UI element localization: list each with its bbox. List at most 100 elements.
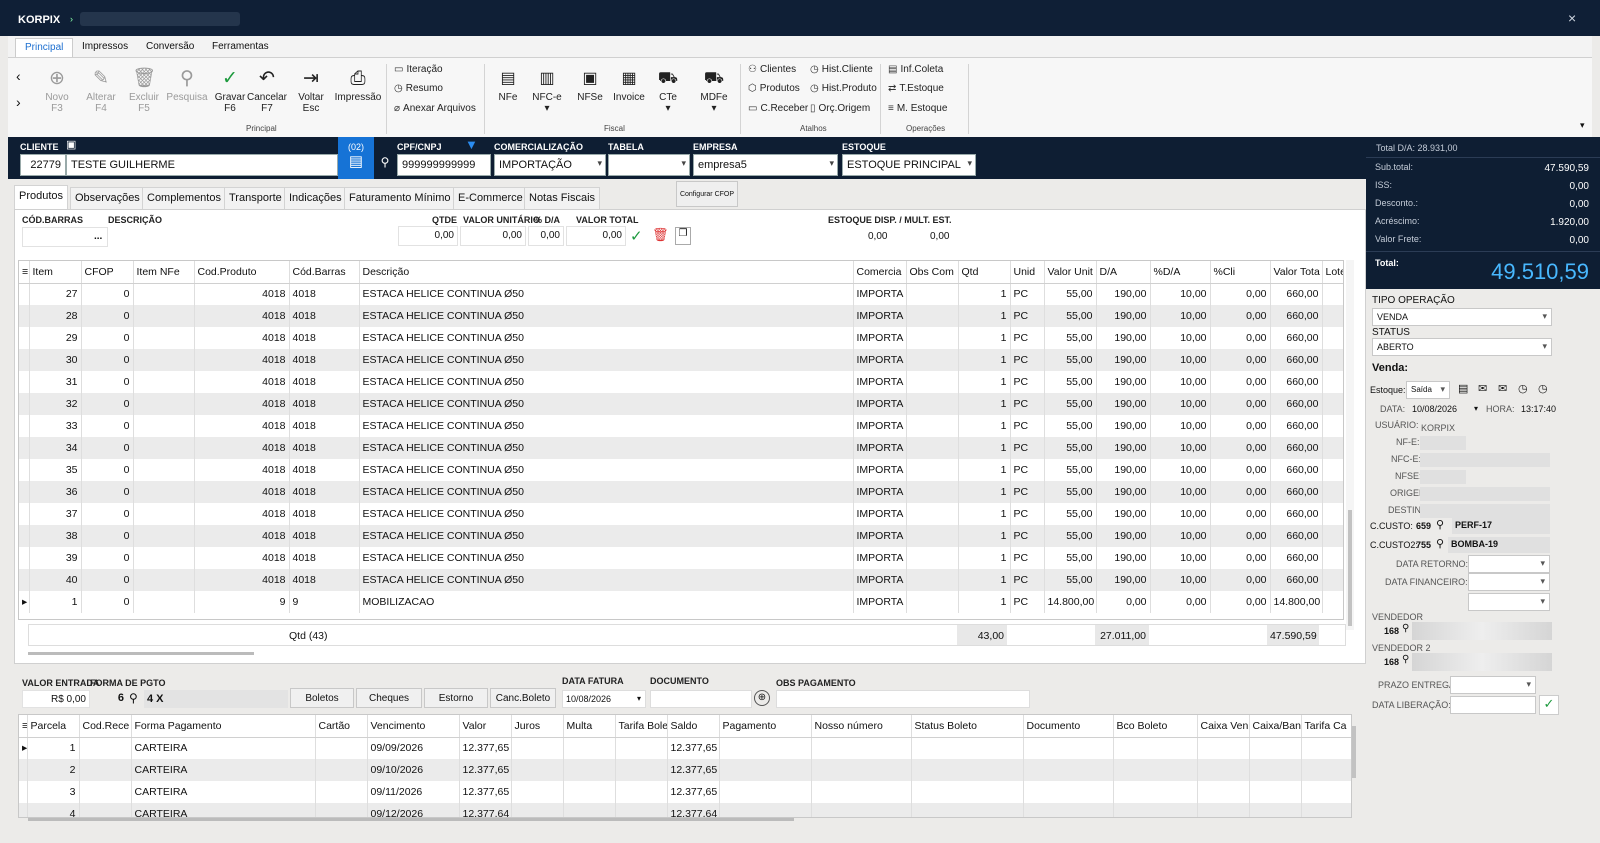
table-cell[interactable]: [133, 437, 195, 459]
table-cell[interactable]: ESTACA HELICE CONTINUA Ø50: [359, 525, 854, 547]
table-cell[interactable]: PC: [1010, 371, 1045, 393]
col-header[interactable]: Obs Com: [906, 261, 959, 284]
tab-conversao[interactable]: Conversão: [146, 41, 194, 52]
table-cell[interactable]: 10,00: [1150, 481, 1211, 503]
table-cell[interactable]: 0,00: [1210, 525, 1271, 547]
cte-button[interactable]: ⛟ CTe ▾: [650, 66, 686, 114]
table-cell[interactable]: [615, 759, 668, 781]
table-cell[interactable]: 0,00: [1210, 305, 1271, 327]
table-cell[interactable]: 0: [81, 459, 134, 481]
table-cell[interactable]: [133, 415, 195, 437]
table-cell[interactable]: 1: [958, 503, 1011, 525]
table-cell[interactable]: 55,00: [1044, 569, 1097, 591]
table-cell[interactable]: 0,00: [1210, 349, 1271, 371]
table-cell[interactable]: 660,00: [1270, 525, 1323, 547]
table-cell[interactable]: ESTACA HELICE CONTINUA Ø50: [359, 569, 854, 591]
data-liberacao-field[interactable]: [1450, 696, 1536, 714]
table-cell[interactable]: IMPORTA: [853, 503, 907, 525]
table-cell[interactable]: ESTACA HELICE CONTINUA Ø50: [359, 305, 854, 327]
table-cell[interactable]: 660,00: [1270, 349, 1323, 371]
col-header[interactable]: Saldo: [667, 715, 720, 738]
table-cell[interactable]: [615, 803, 668, 817]
table-cell[interactable]: 28: [29, 305, 82, 327]
table-cell[interactable]: 0: [81, 371, 134, 393]
table-cell[interactable]: [133, 591, 195, 613]
col-header[interactable]: %Cli: [1210, 261, 1271, 284]
tab-transporte[interactable]: Transporte: [224, 187, 287, 209]
horizontal-scrollbar[interactable]: [28, 652, 254, 655]
table-cell[interactable]: 12.377,65: [667, 781, 720, 803]
horizontal-scrollbar[interactable]: [28, 818, 794, 821]
table-cell[interactable]: 4018: [289, 393, 360, 415]
table-cell[interactable]: 1: [958, 459, 1011, 481]
valor-entrada-field[interactable]: R$ 0,00: [22, 690, 90, 708]
table-row[interactable]: 30 0 4018 4018 ESTACA HELICE CONTINUA Ø50 IMP…: [19, 349, 1343, 371]
col-header[interactable]: Nosso número: [811, 715, 912, 738]
table-cell[interactable]: [1197, 737, 1250, 759]
tabela-select[interactable]: [608, 154, 690, 176]
table-cell[interactable]: 12.377,65: [667, 759, 720, 781]
table-cell[interactable]: 10,00: [1150, 503, 1211, 525]
table-cell[interactable]: [1301, 737, 1351, 759]
table-cell[interactable]: [1249, 737, 1302, 759]
table-cell[interactable]: 55,00: [1044, 327, 1097, 349]
table-cell[interactable]: 14.800,00: [1270, 591, 1323, 613]
novo-button[interactable]: ⊕ Novo F3: [34, 66, 80, 114]
table-row[interactable]: 29 0 4018 4018 ESTACA HELICE CONTINUA Ø50 IMP…: [19, 327, 1343, 349]
col-header[interactable]: Tarifa Ca: [1301, 715, 1351, 738]
table-cell[interactable]: 190,00: [1096, 459, 1151, 481]
table-cell[interactable]: 0: [81, 437, 134, 459]
table-cell[interactable]: [1197, 759, 1250, 781]
tab-ecommerce[interactable]: E-Commerce: [453, 187, 528, 209]
table-cell[interactable]: 0,00: [1210, 547, 1271, 569]
table-row[interactable]: 37 0 4018 4018 ESTACA HELICE CONTINUA Ø50 IMP…: [19, 503, 1343, 525]
table-cell[interactable]: ESTACA HELICE CONTINUA Ø50: [359, 547, 854, 569]
table-cell[interactable]: 4018: [289, 283, 360, 305]
table-cell[interactable]: [1322, 437, 1343, 459]
valor-unit-field[interactable]: 0,00: [460, 226, 526, 246]
extra-date-field[interactable]: [1468, 593, 1550, 611]
table-cell[interactable]: [1301, 781, 1351, 803]
table-row[interactable]: ▸ 1 CARTEIRA 09/09/2026 12.377,65 12.377,65: [19, 737, 1351, 759]
table-cell[interactable]: 10,00: [1150, 437, 1211, 459]
table-cell[interactable]: IMPORTA: [853, 459, 907, 481]
table-cell[interactable]: PC: [1010, 503, 1045, 525]
tab-produtos[interactable]: Produtos: [14, 185, 69, 209]
mdfe-button[interactable]: ⛟ MDFe ▾: [694, 66, 734, 114]
table-cell[interactable]: 10,00: [1150, 547, 1211, 569]
table-cell[interactable]: PC: [1010, 481, 1045, 503]
table-cell[interactable]: 32: [29, 393, 82, 415]
table-cell[interactable]: 660,00: [1270, 437, 1323, 459]
boletos-button[interactable]: Boletos: [290, 688, 354, 708]
table-cell[interactable]: [719, 781, 812, 803]
tab-faturamento-minimo[interactable]: Faturamento Mínimo: [344, 187, 456, 209]
confirm-liberacao-icon[interactable]: ✓: [1539, 695, 1559, 715]
impressao-button[interactable]: ⎙ Impressão: [334, 66, 382, 103]
table-cell[interactable]: 12.377,65: [459, 781, 512, 803]
table-cell[interactable]: 0,00: [1210, 437, 1271, 459]
table-cell[interactable]: 10,00: [1150, 283, 1211, 305]
pct-da-field[interactable]: 0,00: [528, 226, 564, 246]
table-cell[interactable]: [906, 437, 959, 459]
table-cell[interactable]: 660,00: [1270, 393, 1323, 415]
table-cell[interactable]: IMPORTA: [853, 525, 907, 547]
mail-icon[interactable]: ✉: [1478, 382, 1487, 395]
table-cell[interactable]: 4018: [194, 437, 290, 459]
table-cell[interactable]: 09/09/2026: [367, 737, 460, 759]
table-cell[interactable]: 660,00: [1270, 327, 1323, 349]
col-header[interactable]: Parcela: [27, 715, 80, 738]
table-cell[interactable]: 0,00: [1210, 459, 1271, 481]
table-cell[interactable]: [133, 481, 195, 503]
table-cell[interactable]: 190,00: [1096, 569, 1151, 591]
table-cell[interactable]: 1: [958, 591, 1011, 613]
data-retorno-field[interactable]: [1468, 555, 1550, 573]
table-cell[interactable]: [133, 305, 195, 327]
invoice-button[interactable]: ▦ Invoice: [608, 66, 650, 103]
table-cell[interactable]: 55,00: [1044, 437, 1097, 459]
table-cell[interactable]: IMPORTA: [853, 569, 907, 591]
table-cell[interactable]: [1023, 781, 1114, 803]
table-cell[interactable]: [906, 393, 959, 415]
col-header[interactable]: Item: [29, 261, 82, 284]
tab-impressos[interactable]: Impressos: [82, 41, 128, 52]
table-cell[interactable]: CARTEIRA: [131, 737, 316, 759]
